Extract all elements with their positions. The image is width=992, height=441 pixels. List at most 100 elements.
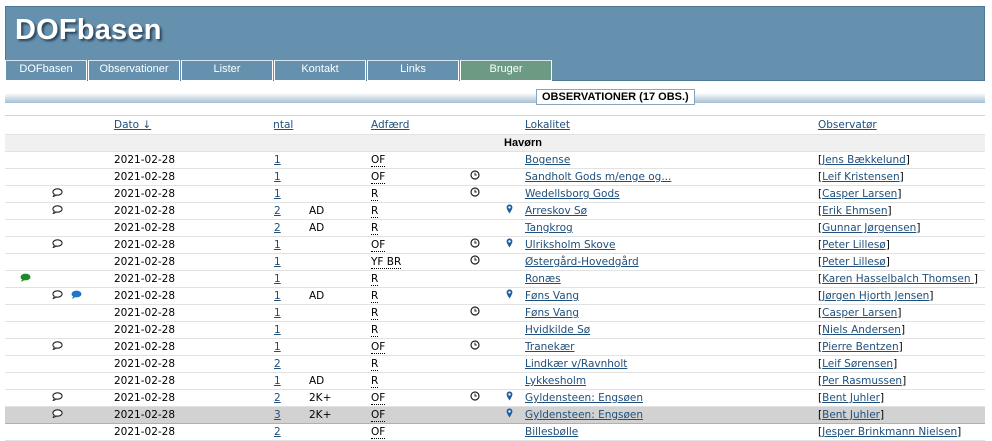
obs-count-link[interactable]: 1: [274, 290, 281, 302]
obs-observer-link[interactable]: Erik Ehmsen: [822, 205, 887, 217]
obs-count-link[interactable]: 3: [274, 409, 281, 421]
obs-behavior[interactable]: R: [371, 273, 379, 286]
speech-bubble-icon[interactable]: [52, 237, 63, 253]
obs-location-link[interactable]: Tranekær: [525, 341, 574, 353]
nav-tab-observationer[interactable]: Observationer: [88, 60, 180, 81]
obs-count-link[interactable]: 1: [274, 239, 281, 251]
obs-location-link[interactable]: Bogense: [525, 154, 570, 166]
obs-location-link[interactable]: Lykkesholm: [525, 375, 586, 387]
obs-observer-link[interactable]: Leif Sørensen: [822, 358, 893, 370]
nav-tab-dofbasen[interactable]: DOFbasen: [5, 60, 87, 81]
obs-observer-link[interactable]: Per Rasmussen: [822, 375, 902, 387]
col-header-antal[interactable]: Antal: [274, 119, 293, 131]
obs-location-link[interactable]: Wedellsborg Gods: [525, 188, 620, 200]
obs-behavior[interactable]: OF: [371, 392, 386, 405]
obs-observer-link[interactable]: Pierre Bentzen: [822, 341, 899, 353]
site-logo[interactable]: DOFbasen: [15, 14, 162, 47]
obs-behavior[interactable]: R: [371, 205, 379, 218]
nav-tab-kontakt[interactable]: Kontakt: [274, 60, 366, 81]
obs-count-link[interactable]: 1: [274, 171, 281, 183]
obs-observer-link[interactable]: Jesper Brinkmann Nielsen: [822, 426, 957, 438]
speech-bubble-icon[interactable]: [52, 203, 63, 219]
col-header-dato[interactable]: Dato ↓: [114, 119, 151, 131]
map-pin-icon[interactable]: [506, 237, 513, 253]
obs-behavior[interactable]: R: [371, 375, 379, 388]
speech-bubble-blue-icon[interactable]: [71, 288, 82, 304]
obs-count-link[interactable]: 1: [274, 324, 281, 336]
obs-count-link[interactable]: 1: [274, 256, 281, 268]
obs-location-link[interactable]: Tangkrog: [525, 222, 573, 234]
speech-bubble-icon[interactable]: [52, 288, 63, 304]
obs-observer-link[interactable]: Gunnar Jørgensen: [822, 222, 916, 234]
obs-observer-link[interactable]: Bent Juhler: [822, 392, 880, 404]
obs-observer-link[interactable]: Niels Andersen: [822, 324, 901, 336]
obs-behavior[interactable]: OF: [371, 154, 386, 167]
map-pin-icon[interactable]: [506, 390, 513, 406]
obs-behavior[interactable]: R: [371, 358, 379, 371]
obs-count-link[interactable]: 1: [274, 307, 281, 319]
obs-count-link[interactable]: 2: [274, 358, 281, 370]
nav-tab-bruger[interactable]: Bruger: [460, 60, 552, 81]
obs-behavior[interactable]: R: [371, 290, 379, 303]
obs-observer-link[interactable]: Jørgen Hjorth Jensen: [822, 290, 929, 302]
obs-location-link[interactable]: Lindkær v/Ravnholt: [525, 358, 627, 370]
obs-behavior[interactable]: R: [371, 222, 379, 235]
obs-location-link[interactable]: Gyldensteen: Engsøen: [525, 409, 643, 421]
col-header-adfaerd[interactable]: Adfærd: [371, 119, 409, 131]
obs-behavior[interactable]: OF: [371, 409, 386, 422]
speech-bubble-icon[interactable]: [52, 186, 63, 202]
nav-tab-links[interactable]: Links: [367, 60, 459, 81]
obs-count-link[interactable]: 2: [274, 392, 281, 404]
obs-observer-link[interactable]: Casper Larsen: [822, 188, 897, 200]
obs-date: 2021-02-28: [114, 270, 274, 288]
observation-row: 2021-02-28 1 OF Ulriksholm Skove [Peter Lill…: [5, 236, 985, 254]
speech-bubble-icon[interactable]: [52, 407, 63, 423]
speech-bubble-icon[interactable]: [52, 339, 63, 355]
obs-observer-link[interactable]: Leif Kristensen: [822, 171, 899, 183]
obs-count-link[interactable]: 1: [274, 154, 281, 166]
speech-bubble-green-icon[interactable]: [20, 271, 31, 287]
obs-observer-link[interactable]: Casper Larsen: [822, 307, 897, 319]
speech-bubble-icon[interactable]: [52, 390, 63, 406]
obs-count-link[interactable]: 2: [274, 426, 281, 438]
obs-observer-link[interactable]: Peter Lillesø: [822, 239, 886, 251]
obs-location-link[interactable]: Føns Vang: [525, 290, 579, 302]
obs-location-link[interactable]: Ronæs: [525, 273, 561, 285]
obs-count-link[interactable]: 2: [274, 205, 281, 217]
obs-count-link[interactable]: 1: [274, 188, 281, 200]
map-pin-icon[interactable]: [506, 288, 513, 304]
obs-location-link[interactable]: Ulriksholm Skove: [525, 239, 615, 251]
obs-date: 2021-02-28: [114, 338, 274, 356]
obs-behavior[interactable]: OF: [371, 341, 386, 354]
obs-behavior[interactable]: OF: [371, 171, 386, 184]
obs-behavior[interactable]: R: [371, 188, 379, 201]
obs-count-link[interactable]: 1: [274, 273, 281, 285]
obs-location-link[interactable]: Arreskov Sø: [525, 205, 587, 217]
obs-behavior[interactable]: OF: [371, 426, 386, 439]
obs-count-link[interactable]: 2: [274, 222, 281, 234]
obs-observer-link[interactable]: Karen Hasselbalch Thomsen: [822, 273, 974, 285]
species-name: Havørn: [5, 134, 985, 152]
obs-behavior[interactable]: R: [371, 324, 379, 337]
obs-count-link[interactable]: 1: [274, 341, 281, 353]
map-pin-icon[interactable]: [506, 203, 513, 219]
obs-observer-link[interactable]: Jens Bækkelund: [822, 154, 906, 166]
obs-location-link[interactable]: Hvidkilde Sø: [525, 324, 590, 336]
col-header-lokalitet[interactable]: Lokalitet: [525, 119, 570, 131]
obs-behavior[interactable]: YF BR: [371, 256, 402, 269]
observation-row: 2021-02-28 1 AD R Føns Vang [Jørgen Hjorth Je…: [5, 287, 985, 305]
nav-tab-lister[interactable]: Lister: [181, 60, 273, 81]
obs-observer-link[interactable]: Bent Juhler: [822, 409, 880, 421]
obs-behavior[interactable]: OF: [371, 239, 386, 252]
col-header-observator[interactable]: Observatør: [818, 119, 877, 131]
obs-location-link[interactable]: Føns Vang: [525, 307, 579, 319]
map-pin-icon[interactable]: [506, 407, 513, 423]
obs-location-link[interactable]: Østergård-Hovedgård: [525, 256, 639, 268]
obs-observer-link[interactable]: Peter Lillesø: [822, 256, 886, 268]
obs-date: 2021-02-28: [114, 202, 274, 220]
obs-location-link[interactable]: Gyldensteen: Engsøen: [525, 392, 643, 404]
obs-location-link[interactable]: Sandholt Gods m/enge og...: [525, 171, 671, 183]
obs-behavior[interactable]: R: [371, 307, 379, 320]
obs-location-link[interactable]: Billesbølle: [525, 426, 578, 438]
obs-count-link[interactable]: 1: [274, 375, 281, 387]
